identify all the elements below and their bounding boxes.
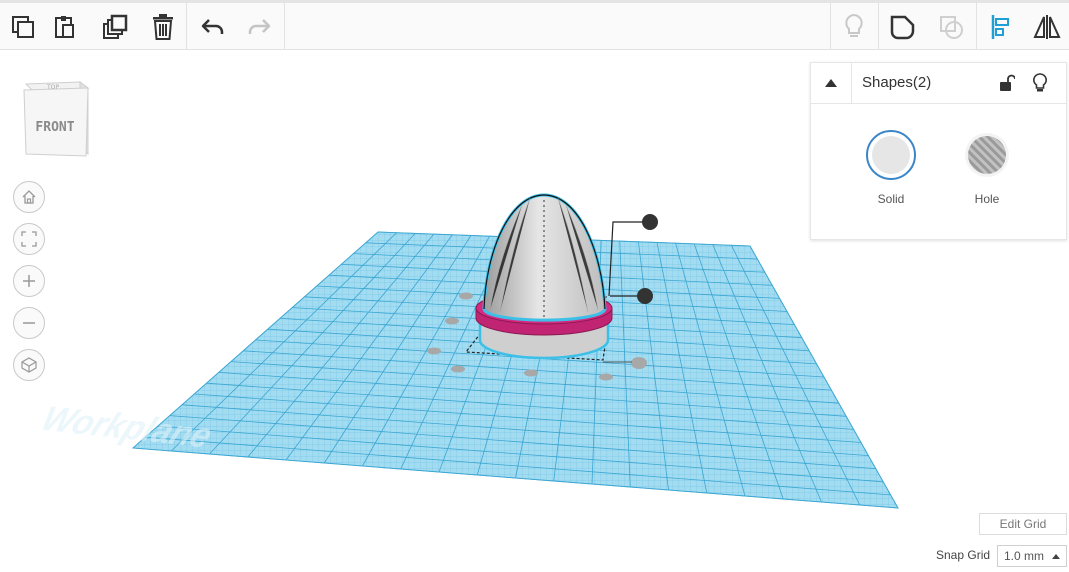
inspector-header: Shapes(2) [811, 63, 1066, 104]
toolbar-divider [976, 3, 977, 50]
snap-grid-select[interactable]: 1.0 mm [997, 545, 1067, 567]
perspective-button[interactable] [13, 349, 45, 381]
snap-grid-label: Snap Grid [936, 548, 991, 562]
redo-icon [248, 18, 271, 34]
zoom-out-button[interactable] [13, 307, 45, 339]
toolbar-divider [186, 3, 187, 50]
zoom-in-button[interactable] [13, 265, 45, 297]
perspective-icon [21, 357, 37, 373]
edit-grid-button[interactable]: Edit Grid [979, 513, 1067, 535]
visibility-button[interactable] [1029, 72, 1051, 94]
show-all-button[interactable] [831, 3, 877, 50]
toolbar-divider [284, 3, 285, 50]
caret-up-icon [1052, 554, 1060, 559]
lock-button[interactable] [996, 72, 1018, 94]
shape-inspector-panel: Shapes(2) Solid Hole [810, 62, 1067, 240]
lightbulb-icon [1033, 73, 1047, 92]
align-button[interactable] [978, 3, 1024, 50]
top-toolbar [0, 0, 1069, 50]
duplicate-icon [103, 14, 128, 39]
align-icon [991, 14, 1009, 39]
home-view-button[interactable] [13, 181, 45, 213]
delete-button[interactable] [140, 3, 186, 50]
copy-button[interactable] [0, 3, 46, 50]
viewcube-front-label: FRONT [35, 120, 74, 135]
toolbar-divider [878, 3, 879, 50]
mirror-button[interactable] [1024, 3, 1069, 50]
ungroup-button[interactable] [929, 3, 975, 50]
group-button[interactable] [880, 3, 926, 50]
zoom-out-icon [23, 322, 35, 324]
copy-icon [12, 15, 34, 38]
lightbulb-icon [845, 13, 863, 37]
group-icon [890, 15, 915, 39]
undo-icon [201, 18, 224, 34]
paste-icon [55, 15, 74, 38]
collapse-panel-button[interactable] [811, 63, 852, 103]
solid-swatch [866, 130, 916, 180]
undo-button[interactable] [190, 3, 236, 50]
viewcube-top-label: TOP [46, 84, 59, 91]
hole-swatch [965, 133, 1009, 177]
ungroup-icon [940, 15, 963, 39]
fit-all-icon [21, 231, 37, 247]
mirror-icon [1033, 14, 1061, 39]
duplicate-button[interactable] [92, 3, 138, 50]
solid-label: Solid [877, 192, 905, 206]
view-cube[interactable]: TOP FRONT [18, 76, 92, 160]
home-view-icon [22, 190, 36, 204]
hole-option[interactable]: Hole [952, 129, 1022, 206]
solid-option[interactable]: Solid [856, 129, 926, 206]
trash-icon [153, 13, 173, 40]
redo-button[interactable] [236, 3, 282, 50]
paste-button[interactable] [42, 3, 88, 50]
inspector-title: Shapes(2) [862, 74, 932, 91]
hole-label: Hole [974, 192, 1000, 206]
caret-up-icon [825, 79, 837, 87]
zoom-in-icon [23, 275, 35, 287]
unlock-icon [1000, 74, 1015, 91]
view-cube-graphic: TOP FRONT [23, 81, 90, 157]
fit-all-button[interactable] [13, 223, 45, 255]
snap-grid-value: 1.0 mm [1004, 549, 1045, 563]
